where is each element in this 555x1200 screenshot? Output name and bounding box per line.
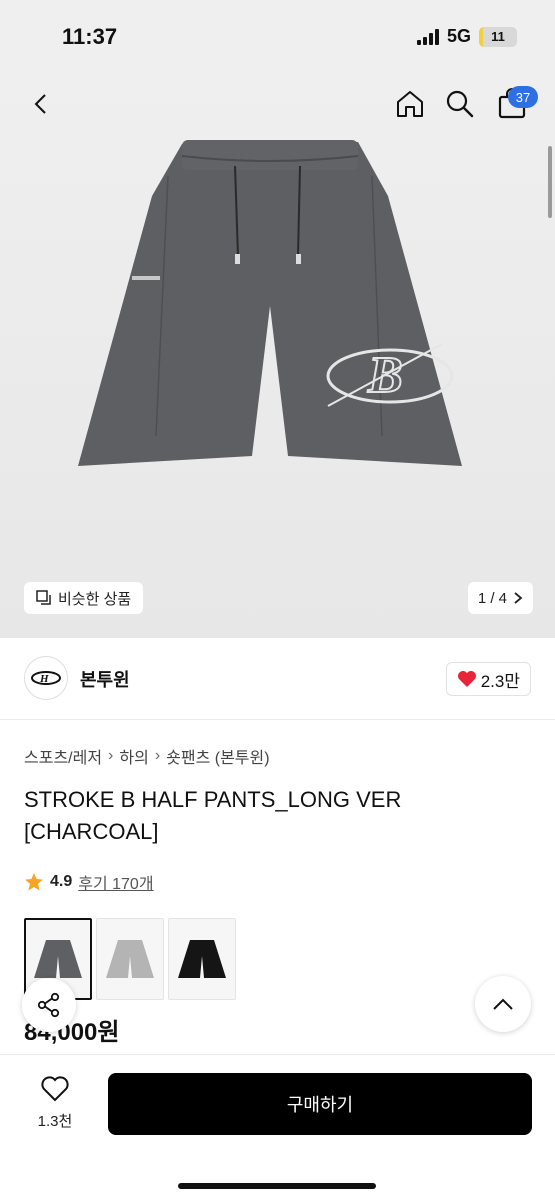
scroll-top-button[interactable]	[475, 976, 531, 1032]
brand-logo[interactable]: H	[24, 656, 68, 700]
back-button[interactable]	[22, 84, 62, 124]
rating-row: 4.9 후기 170개	[24, 870, 154, 894]
brand-logo-icon: H	[31, 671, 61, 685]
scrollbar[interactable]	[548, 146, 552, 218]
buy-button[interactable]: 구매하기	[108, 1073, 532, 1135]
shorts-thumbnail	[106, 940, 154, 978]
share-button[interactable]	[22, 978, 76, 1032]
breadcrumb-item[interactable]: 숏팬츠 (본투윈)	[166, 744, 269, 768]
similar-products-label: 비슷한 상품	[58, 590, 132, 608]
chevron-right-icon	[514, 592, 523, 604]
home-button[interactable]	[390, 84, 430, 124]
product-image[interactable]: B	[70, 136, 470, 466]
brand-row: H 본투윈 2.3만	[0, 638, 555, 720]
star-icon	[25, 873, 43, 891]
back-icon	[34, 94, 46, 114]
shorts-thumbnail	[178, 940, 226, 978]
similar-icon	[36, 590, 51, 605]
cart-count-badge: 37	[508, 86, 538, 108]
brand-name[interactable]: 본투윈	[80, 666, 130, 692]
color-option-gray[interactable]	[96, 918, 164, 1000]
breadcrumb-item[interactable]: 스포츠/레저	[24, 744, 102, 768]
heart-icon	[457, 671, 476, 687]
search-button[interactable]	[440, 84, 480, 124]
product-gallery[interactable]: 37 B 비슷한 상품 1 / 4	[0, 74, 555, 638]
gallery-pager[interactable]: 1 / 4	[467, 582, 533, 614]
chevron-up-icon	[493, 998, 513, 1010]
battery-percent: 11	[491, 29, 505, 44]
chevron-right-icon: ›	[154, 747, 161, 764]
wishlist-button[interactable]: 1.3천	[24, 1075, 86, 1131]
network-type: 5G	[446, 26, 471, 46]
chevron-right-icon: ›	[108, 747, 114, 764]
share-icon	[37, 992, 60, 1018]
review-link[interactable]: 후기 170개	[78, 870, 153, 894]
similar-products-button[interactable]: 비슷한 상품	[24, 582, 144, 614]
breadcrumb-item[interactable]: 하의	[119, 744, 148, 768]
breadcrumb: 스포츠/레저 › 하의 › 숏팬츠 (본투윈)	[24, 744, 270, 768]
status-bar: 11:37 5G 11	[0, 0, 555, 74]
status-indicators: 5G 11	[416, 26, 517, 47]
pager-label: 1 / 4	[477, 589, 507, 607]
product-title: STROKE B HALF PANTS_LONG VER [CHARCOAL]	[24, 787, 402, 844]
brand-like-count: 2.3만	[480, 671, 520, 691]
heart-outline-icon	[41, 1076, 69, 1102]
color-option-black[interactable]	[168, 918, 236, 1000]
home-indicator	[178, 1183, 376, 1189]
brand-like-button[interactable]: 2.3만	[445, 662, 531, 696]
search-icon	[446, 90, 474, 118]
rating-score: 4.9	[50, 873, 73, 890]
shorts-thumbnail	[34, 940, 82, 978]
signal-icon	[416, 28, 439, 45]
bottom-bar: 1.3천 구매하기	[0, 1054, 555, 1200]
status-time: 11:37	[62, 24, 118, 49]
wishlist-count: 1.3천	[37, 1113, 73, 1130]
home-icon	[397, 91, 423, 117]
svg-text:H: H	[39, 673, 49, 685]
battery-icon: 11	[479, 26, 517, 47]
